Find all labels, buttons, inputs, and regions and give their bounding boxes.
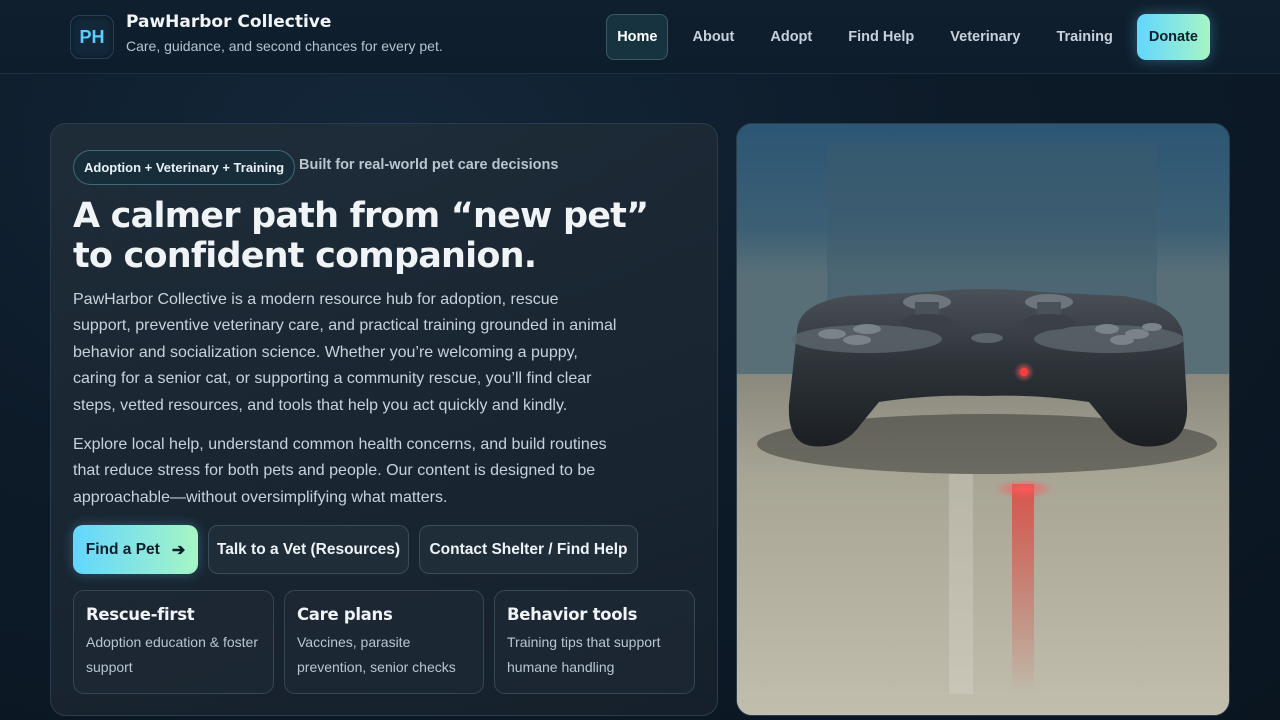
site-header: PH PawHarbor Collective Care, guidance, … <box>0 0 1280 74</box>
feature-title: Care plans <box>297 605 393 624</box>
hero-photo-game-controller <box>736 123 1230 716</box>
main-nav: Home About Adopt Find Help Veterinary Tr… <box>606 14 1210 60</box>
brand-tagline: Care, guidance, and second chances for e… <box>126 38 443 54</box>
logo-badge[interactable]: PH <box>70 15 114 59</box>
hero-intro-paragraph: PawHarbor Collective is a modern resourc… <box>73 291 617 414</box>
nav-home[interactable]: Home <box>606 14 669 60</box>
hero-secondary-paragraph: Explore local help, understand common he… <box>73 436 607 506</box>
nav-find-help[interactable]: Find Help <box>830 14 932 60</box>
game-controller-illustration <box>737 124 1229 715</box>
find-a-pet-button[interactable]: Find a Pet ➔ <box>73 525 198 574</box>
feature-card-rescue: Rescue-first Adoption education & foster… <box>73 590 274 694</box>
nav-training[interactable]: Training <box>1038 14 1130 60</box>
donate-button[interactable]: Donate <box>1136 14 1210 60</box>
contact-shelter-button[interactable]: Contact Shelter / Find Help <box>419 525 638 574</box>
category-pill: Adoption + Veterinary + Training <box>73 150 296 185</box>
find-a-pet-label: Find a Pet <box>85 540 160 558</box>
feature-description: Vaccines, parasite prevention, senior ch… <box>297 634 456 675</box>
nav-veterinary[interactable]: Veterinary <box>932 14 1038 60</box>
hero-headline: A calmer path from “new pet” to confiden… <box>73 196 649 276</box>
nav-adopt[interactable]: Adopt <box>752 14 830 60</box>
brand-name[interactable]: PawHarbor Collective <box>126 12 331 32</box>
nav-about[interactable]: About <box>674 14 752 60</box>
arrow-right-icon: ➔ <box>171 541 186 559</box>
pill-note: Built for real-world pet care decisions <box>299 157 559 173</box>
feature-card-behavior: Behavior tools Training tips that suppor… <box>494 590 695 694</box>
talk-to-vet-button[interactable]: Talk to a Vet (Resources) <box>208 525 409 574</box>
feature-title: Rescue-first <box>86 605 195 624</box>
feature-title: Behavior tools <box>507 605 638 624</box>
hero-card: Adoption + Veterinary + Training Built f… <box>50 123 718 716</box>
feature-description: Adoption education & foster support <box>86 634 259 675</box>
feature-card-care-plans: Care plans Vaccines, parasite prevention… <box>284 590 484 694</box>
feature-description: Training tips that support humane handli… <box>507 634 661 675</box>
